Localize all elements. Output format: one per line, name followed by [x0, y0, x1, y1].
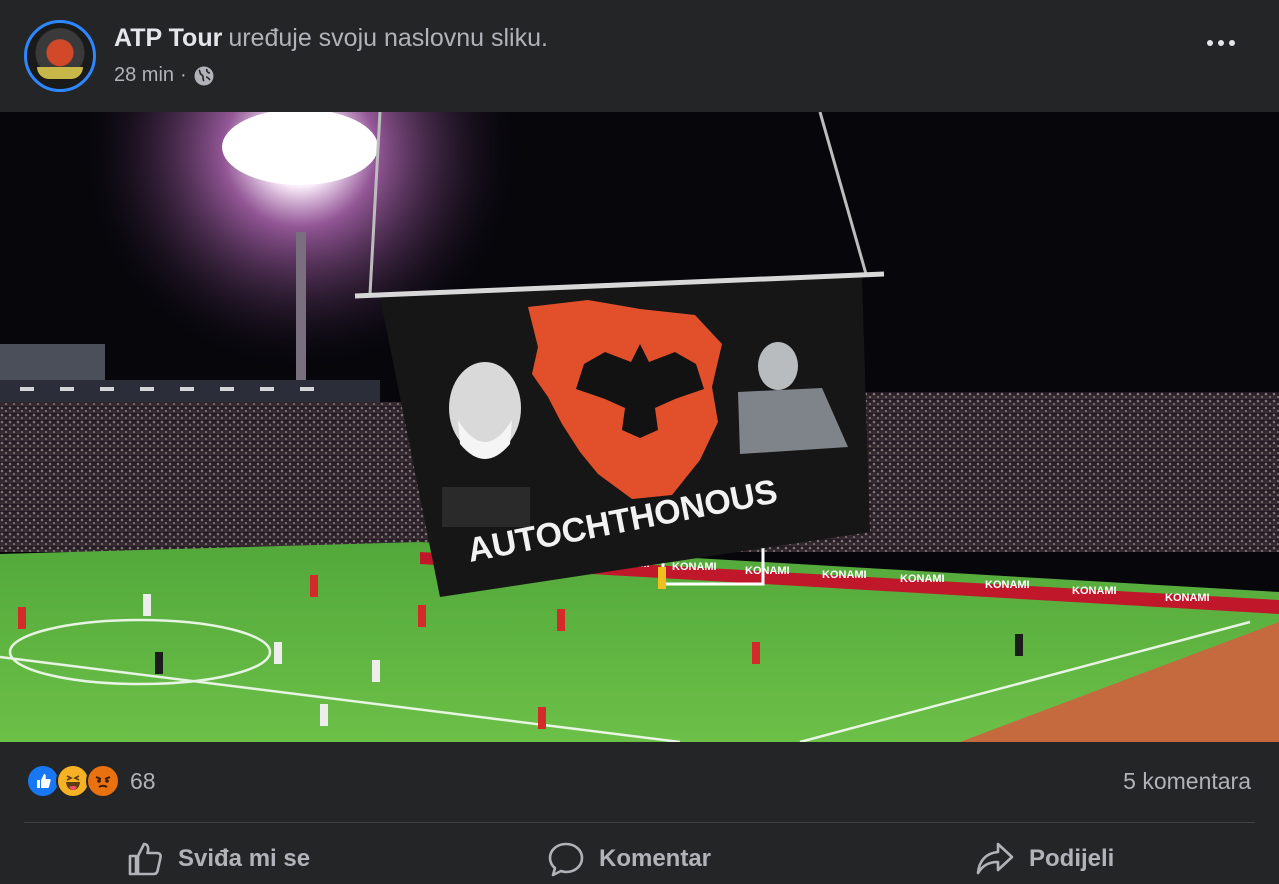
reaction-count: 68 — [130, 767, 156, 794]
comment-button[interactable]: Komentar — [547, 840, 711, 878]
crowd-right — [860, 392, 1279, 552]
like-label: Sviđa mi se — [178, 845, 311, 872]
floodlight-pole — [296, 232, 306, 382]
like-icon — [26, 764, 60, 798]
haha-icon — [56, 764, 90, 798]
comment-label: Komentar — [599, 845, 712, 872]
thumbs-up-icon — [128, 842, 162, 876]
more-dot — [1229, 40, 1235, 46]
stadium-roof — [0, 344, 105, 384]
more-dot — [1218, 40, 1224, 46]
board-text: KONAMI — [1072, 585, 1117, 597]
angry-icon — [86, 764, 120, 798]
globe-icon — [194, 66, 214, 85]
post-meta: 28 min · — [114, 64, 215, 87]
stadium-scene: KONAMI KONAMI KONAMI KONAMI KONAMI KONAM… — [0, 112, 1279, 742]
reactions-summary[interactable]: 68 — [26, 764, 156, 798]
cover-photo[interactable]: KONAMI KONAMI KONAMI KONAMI KONAMI KONAM… — [0, 112, 1279, 742]
share-label: Podijeli — [1029, 845, 1115, 872]
avatar-ground — [37, 67, 83, 79]
profile-avatar[interactable] — [24, 20, 96, 92]
floodlight — [222, 112, 378, 185]
meta-separator: · — [180, 64, 187, 86]
board-text: KONAMI — [900, 573, 945, 585]
post-actions: Sviđa mi se Komentar Podijeli — [0, 830, 1279, 884]
more-options-icon[interactable] — [1207, 40, 1235, 46]
board-text: KONAMI — [745, 565, 790, 577]
more-dot — [1207, 40, 1213, 46]
board-text: KONAMI — [672, 561, 717, 573]
divider — [24, 822, 1255, 823]
comment-icon — [548, 842, 584, 877]
like-button[interactable]: Sviđa mi se — [126, 840, 310, 878]
comments-count[interactable]: 5 komentara — [1123, 768, 1251, 795]
post-action-text: uređuje svoju naslovnu sliku. — [228, 24, 548, 52]
post-time[interactable]: 28 min — [114, 64, 174, 87]
share-button[interactable]: Podijeli — [975, 840, 1114, 878]
board-text: KONAMI — [822, 569, 867, 581]
board-text: KONAMI — [985, 579, 1030, 591]
board-text: KONAMI — [1165, 592, 1210, 604]
post-title-line: ATP Tour uređuje svoju naslovnu sliku. — [114, 24, 548, 53]
post-header: ATP Tour uređuje svoju naslovnu sliku. 28… — [0, 0, 1279, 112]
author-name[interactable]: ATP Tour — [114, 24, 222, 52]
share-icon — [976, 842, 1014, 875]
